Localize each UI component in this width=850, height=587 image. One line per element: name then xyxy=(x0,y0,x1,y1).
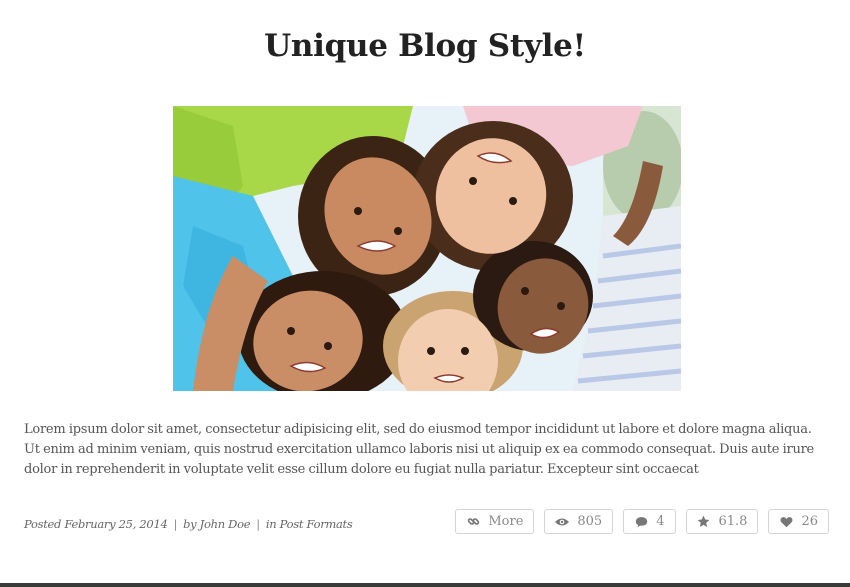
link-icon xyxy=(466,515,480,529)
kids-circle-photo xyxy=(173,106,681,391)
meta-separator: | xyxy=(173,517,178,531)
post-title[interactable]: Unique Blog Style! xyxy=(0,28,850,64)
comment-icon xyxy=(634,515,648,529)
eye-icon xyxy=(555,515,570,529)
heart-icon xyxy=(779,515,793,529)
post-meta: Posted February 25, 2014 | by John Doe | in … xyxy=(24,517,353,531)
likes-count: 26 xyxy=(801,514,818,529)
rating-value: 61.8 xyxy=(718,514,748,529)
comments-counter[interactable]: 4 xyxy=(623,509,676,534)
footer-divider xyxy=(0,583,850,587)
views-count: 805 xyxy=(577,514,603,529)
post-author-link[interactable]: by John Doe xyxy=(183,517,250,531)
meta-separator: | xyxy=(256,517,260,531)
more-button-label: More xyxy=(488,514,524,529)
post-featured-image[interactable] xyxy=(173,106,681,391)
post-excerpt: Lorem ipsum dolor sit amet, consectetur … xyxy=(24,422,814,477)
star-icon xyxy=(697,515,711,529)
comments-count: 4 xyxy=(656,514,665,529)
views-counter[interactable]: 805 xyxy=(544,509,614,534)
post-category-link[interactable]: in Post Formats xyxy=(266,517,353,531)
post-actions: More 805 4 61.8 26 xyxy=(455,509,829,534)
likes-counter[interactable]: 26 xyxy=(768,509,829,534)
more-button[interactable]: More xyxy=(455,509,535,534)
rating-counter[interactable]: 61.8 xyxy=(685,509,759,534)
post-date: Posted February 25, 2014 xyxy=(24,517,168,531)
